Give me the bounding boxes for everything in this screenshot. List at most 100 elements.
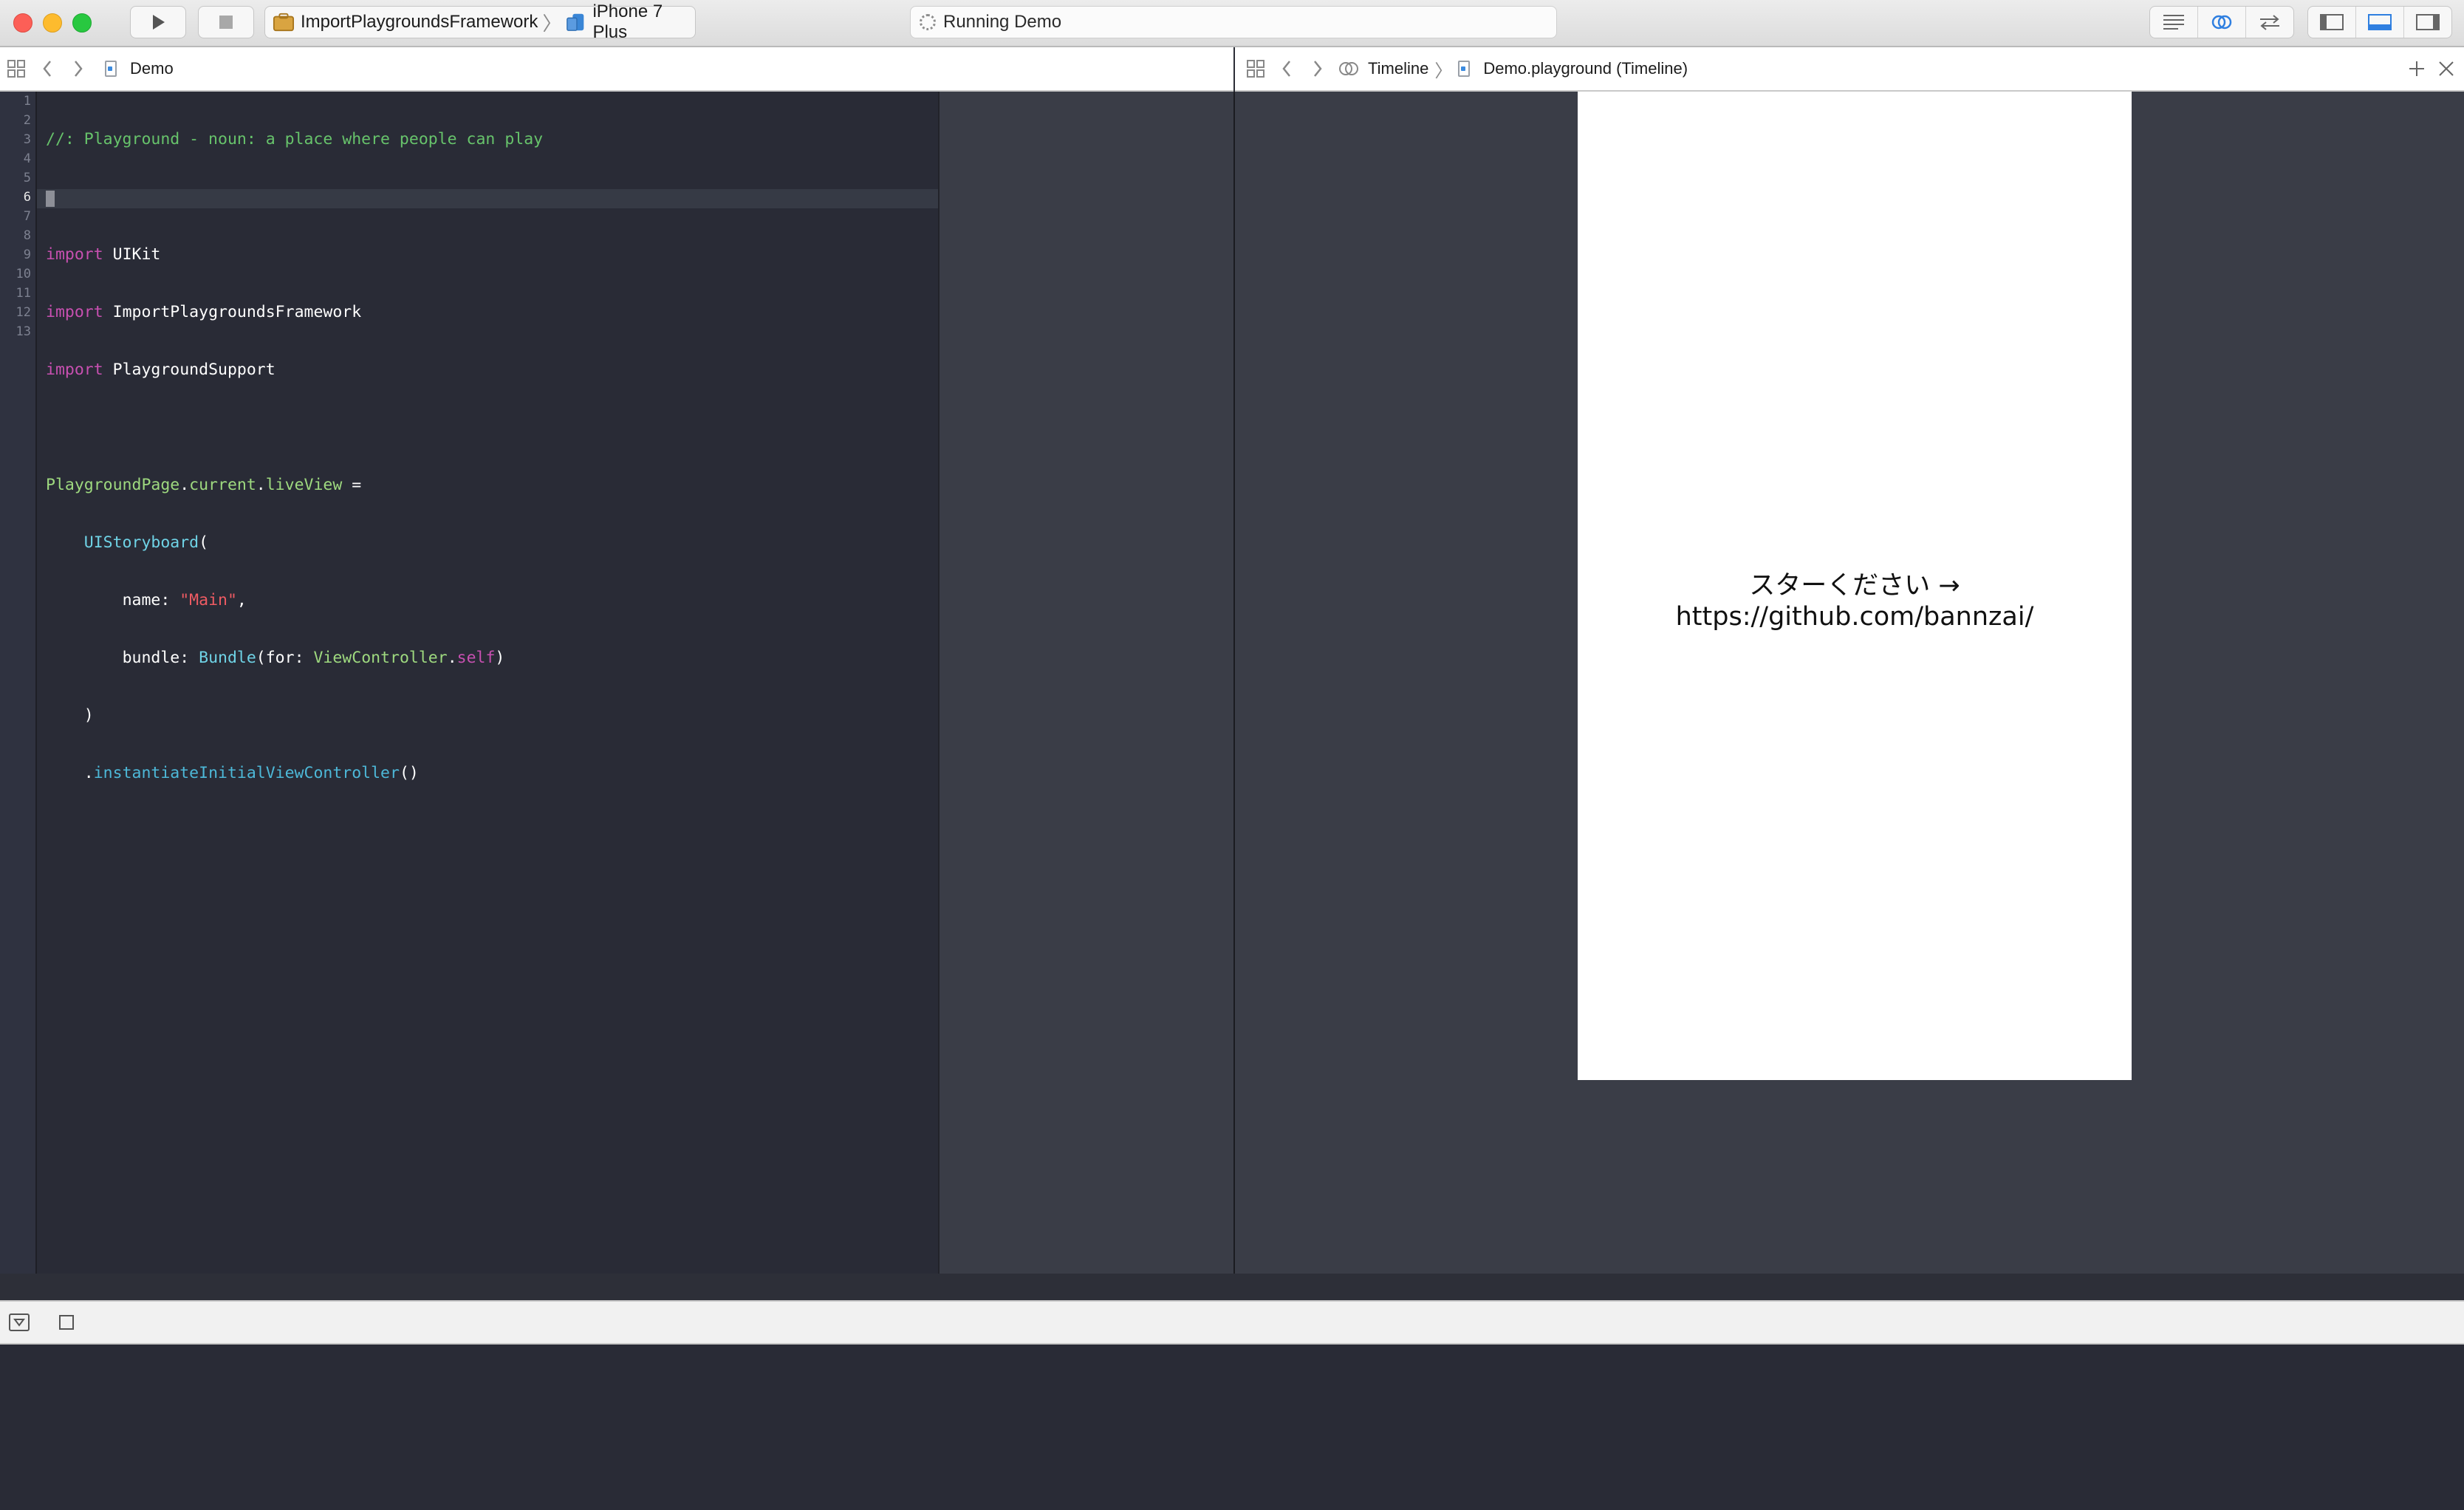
assistant-file-name[interactable]: Demo.playground (Timeline) <box>1483 59 1688 78</box>
chevron-right-icon: 〉 <box>542 12 562 35</box>
framework-target-icon <box>273 13 295 32</box>
punctuation: ( <box>199 533 209 552</box>
toggle-utilities-button[interactable] <box>2404 7 2451 38</box>
bottom-panel-icon <box>2368 14 2392 30</box>
punctuation: . <box>83 764 94 782</box>
version-editor-button[interactable] <box>2246 7 2293 38</box>
keyword: import <box>46 245 103 264</box>
triangle-down-icon <box>13 1319 25 1327</box>
right-panel-icon <box>2416 14 2440 30</box>
related-items-icon[interactable] <box>6 58 27 79</box>
activity-status: Running Demo <box>943 12 1062 32</box>
code-line: PlaygroundPage.current.liveView = <box>46 476 543 495</box>
toolbar: ImportPlaygroundsFramework 〉 iPhone 7 Pl… <box>0 0 2464 47</box>
argument-label: bundle: <box>122 649 199 667</box>
code-line: name: "Main", <box>46 591 543 610</box>
type-name: ViewController <box>313 649 448 667</box>
type-name: PlaygroundPage <box>46 476 180 494</box>
punctuation: . <box>447 649 457 667</box>
toggle-debug-area-button[interactable] <box>2356 7 2404 38</box>
code-line: .instantiateInitialViewController() <box>46 764 543 783</box>
back-arrow-icon[interactable] <box>1276 58 1297 79</box>
argument-label: name: <box>122 591 180 609</box>
property-name: liveView <box>265 476 343 494</box>
keyword: self <box>456 649 496 667</box>
line-number: 1 <box>23 94 31 109</box>
jump-bar-file-name[interactable]: Demo <box>130 59 174 78</box>
keyword: import <box>46 361 103 379</box>
scheme-device-label: iPhone 7 Plus <box>592 1 663 42</box>
stop-execution-button[interactable] <box>59 1315 74 1330</box>
code-line: import UIKit <box>46 245 543 264</box>
assistant-editor-button[interactable] <box>2198 7 2246 38</box>
punctuation: . <box>256 476 266 494</box>
stop-button[interactable] <box>198 6 254 38</box>
assistant-jump-bar: Timeline 〉 Demo.playground (Timeline) <box>1235 47 2464 92</box>
forward-arrow-icon[interactable] <box>68 58 89 79</box>
zoom-window-button[interactable] <box>72 13 92 33</box>
editor-jump-bar: Demo <box>0 47 1233 92</box>
assistant-mode-label[interactable]: Timeline <box>1368 59 1428 78</box>
close-window-button[interactable] <box>13 13 32 33</box>
standard-editor-button[interactable] <box>2150 7 2198 38</box>
live-view-label: スターください → https://github.com/bannzai/ <box>1675 571 2034 632</box>
related-items-icon[interactable] <box>1245 58 1266 79</box>
device-icon <box>567 13 584 31</box>
back-arrow-icon[interactable] <box>37 58 58 79</box>
line-number: 2 <box>23 113 31 128</box>
lines-icon <box>2163 15 2184 30</box>
punctuation: . <box>179 476 190 494</box>
type-name: UIStoryboard <box>83 533 199 552</box>
toggle-navigator-button[interactable] <box>2308 7 2356 38</box>
line-number-gutter: 1 2 3 4 5 6 7 8 9 10 11 12 13 <box>0 92 37 1274</box>
forward-arrow-icon[interactable] <box>1307 58 1328 79</box>
left-panel-icon <box>2320 14 2344 30</box>
code-text[interactable]: //: Playground - noun: a place where peo… <box>46 92 543 879</box>
timeline-assistant-icon <box>1338 58 1359 79</box>
stop-icon <box>219 16 233 29</box>
close-assistant-icon[interactable] <box>2436 58 2457 79</box>
line-number: 7 <box>23 209 31 224</box>
line-number: 9 <box>23 247 31 262</box>
panel-toggle-segment <box>2307 6 2452 38</box>
editor-mode-segment <box>2149 6 2294 38</box>
minimize-window-button[interactable] <box>43 13 62 33</box>
source-editor[interactable]: 1 2 3 4 5 6 7 8 9 10 11 12 13 //: Playgr… <box>0 92 938 1274</box>
hide-debug-area-button[interactable] <box>9 1313 30 1331</box>
swift-file-icon <box>105 61 117 77</box>
code-line: import PlaygroundSupport <box>46 361 543 380</box>
argument-label: (for: <box>256 649 314 667</box>
method-name: instantiateInitialViewController <box>93 764 400 782</box>
scheme-selector[interactable]: ImportPlaygroundsFramework 〉 iPhone 7 Pl… <box>264 1 696 42</box>
code-line: bundle: Bundle(for: ViewController.self) <box>46 649 543 668</box>
console-output[interactable] <box>0 1345 2464 1510</box>
code-line: import ImportPlaygroundsFramework <box>46 303 543 322</box>
property-name: current <box>189 476 256 494</box>
line-number: 10 <box>16 267 31 281</box>
line-number: 8 <box>23 228 31 243</box>
scheme-target-label: ImportPlaygroundsFramework <box>300 12 538 32</box>
line-number: 3 <box>23 132 31 147</box>
arrows-icon <box>2260 15 2279 30</box>
module-name: PlaygroundSupport <box>112 361 276 379</box>
punctuation: ) <box>83 706 94 725</box>
module-name: ImportPlaygroundsFramework <box>112 303 362 321</box>
line-number: 4 <box>23 151 31 166</box>
module-name: UIKit <box>112 245 161 264</box>
code-comment: //: Playground - noun: a place where peo… <box>46 130 544 148</box>
live-view[interactable]: スターください → https://github.com/bannzai/ <box>1578 92 2132 1080</box>
run-button[interactable] <box>130 6 186 38</box>
keyword: import <box>46 303 103 321</box>
code-line: UIStoryboard( <box>46 533 543 553</box>
punctuation: () <box>399 764 419 782</box>
line-number: 5 <box>23 171 31 185</box>
add-assistant-icon[interactable] <box>2406 58 2427 79</box>
activity-viewer: Running Demo <box>910 6 1557 38</box>
string-literal: "Main" <box>179 591 237 609</box>
line-number: 6 <box>23 190 31 205</box>
timeline-pane: スターください → https://github.com/bannzai/ <box>1233 92 2464 1274</box>
playground-file-icon <box>1458 61 1471 77</box>
editor-bottom-gap <box>0 1274 2464 1300</box>
play-icon <box>153 15 165 30</box>
